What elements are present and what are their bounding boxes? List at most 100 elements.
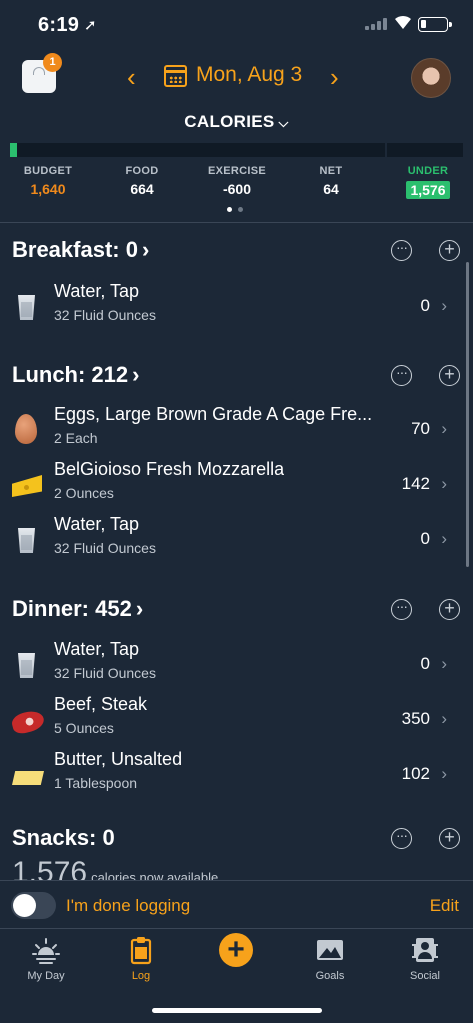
- food-name: Beef, Steak: [54, 694, 148, 714]
- tab-goals[interactable]: Goals: [295, 935, 365, 982]
- add-icon[interactable]: +: [219, 933, 253, 967]
- home-indicator[interactable]: [152, 1008, 322, 1013]
- chevron-right-icon: ›: [132, 362, 140, 387]
- food-row[interactable]: Beef, Steak 5 Ounces 350 ›: [0, 694, 473, 746]
- tab-social[interactable]: Social: [390, 935, 460, 982]
- location-icon: ➚: [84, 17, 97, 34]
- edit-button[interactable]: Edit: [430, 896, 459, 916]
- tab-my-day[interactable]: My Day: [11, 935, 81, 982]
- food-calories: 350: [401, 709, 430, 728]
- food-name: Eggs, Large Brown Grade A Cage Fre...: [54, 404, 373, 424]
- chevron-right-icon: ›: [441, 529, 447, 548]
- page-indicator[interactable]: [227, 207, 243, 212]
- egg-icon: [12, 414, 40, 446]
- stat-under-label: UNDER: [407, 165, 449, 177]
- food-quantity: 2 Ounces: [54, 485, 114, 501]
- stat-budget-label: BUDGET: [23, 165, 73, 177]
- stat-net-value: 64: [323, 181, 339, 197]
- tab-social-label: Social: [410, 970, 440, 982]
- food-row[interactable]: Water, Tap 32 Fluid Ounces 0 ›: [0, 639, 473, 691]
- food-progress-fill: [10, 143, 18, 157]
- notification-badge: 1: [43, 53, 62, 72]
- dinner-more-icon[interactable]: ···: [391, 599, 412, 620]
- date-label[interactable]: Mon, Aug 3: [196, 63, 302, 87]
- stat-budget: BUDGET 1,640: [18, 165, 78, 197]
- scrollbar[interactable]: [466, 262, 469, 567]
- food-name: Water, Tap: [54, 514, 140, 534]
- food-row[interactable]: Eggs, Large Brown Grade A Cage Fre... 2 …: [0, 404, 473, 456]
- chevron-right-icon: ›: [135, 596, 144, 621]
- breakfast-header[interactable]: Breakfast: 0 ›: [12, 237, 149, 263]
- food-quantity: 2 Each: [54, 430, 98, 446]
- app-header: 1 ‹ Mon, Aug 3 ›: [0, 50, 473, 110]
- stat-exercise-value: -600: [222, 181, 252, 197]
- page-dot-active: [227, 207, 232, 212]
- chevron-right-icon: ›: [441, 764, 447, 783]
- calories-dropdown[interactable]: CALORIES ⌵: [0, 112, 473, 132]
- food-quantity: 32 Fluid Ounces: [54, 540, 156, 556]
- butter-icon: [12, 759, 44, 791]
- tab-my-day-label: My Day: [27, 970, 65, 982]
- stat-food-value: 664: [130, 181, 154, 197]
- signal-icon: [365, 18, 387, 30]
- food-calories: 0: [420, 296, 430, 315]
- breakfast-title: Breakfast: 0: [12, 237, 138, 262]
- chevron-down-icon: ⌵: [278, 115, 289, 130]
- lunch-header[interactable]: Lunch: 212 ›: [12, 362, 139, 388]
- food-quantity: 32 Fluid Ounces: [54, 665, 156, 681]
- food-row[interactable]: Water, Tap 32 Fluid Ounces 0 ›: [0, 514, 473, 566]
- lunch-more-icon[interactable]: ···: [391, 365, 412, 386]
- wifi-icon: [395, 15, 411, 29]
- people-icon: [410, 935, 440, 965]
- glass-icon: [12, 291, 40, 323]
- dinner-add-icon[interactable]: +: [439, 599, 460, 620]
- food-row[interactable]: Water, Tap 32 Fluid Ounces 0 ›: [0, 281, 473, 333]
- done-logging-toggle[interactable]: [11, 892, 56, 919]
- calories-title: CALORIES: [184, 112, 275, 131]
- chevron-right-icon: ›: [441, 296, 447, 315]
- breakfast-add-icon[interactable]: +: [439, 240, 460, 261]
- calendar-icon[interactable]: [164, 65, 187, 87]
- snacks-add-icon[interactable]: +: [439, 828, 460, 849]
- calories-available-value: 1,576: [12, 856, 88, 880]
- chevron-right-icon: ›: [441, 654, 447, 673]
- food-row[interactable]: BelGioioso Fresh Mozzarella 2 Ounces 142…: [0, 459, 473, 511]
- stat-budget-value: 1,640: [30, 181, 66, 197]
- lunch-title: Lunch: 212: [12, 362, 129, 387]
- stat-under-value: 1,576: [406, 181, 450, 199]
- mountain-icon: [315, 935, 345, 965]
- food-row[interactable]: Butter, Unsalted 1 Tablespoon 102 ›: [0, 749, 473, 801]
- food-diary[interactable]: Breakfast: 0 › ··· + Water, Tap 32 Fluid …: [0, 223, 473, 880]
- status-bar: 6:19 ➚: [0, 0, 473, 50]
- snacks-title: Snacks: 0: [12, 825, 115, 850]
- breakfast-more-icon[interactable]: ···: [391, 240, 412, 261]
- food-quantity: 1 Tablespoon: [54, 775, 138, 791]
- snacks-more-icon[interactable]: ···: [391, 828, 412, 849]
- food-calories: 0: [420, 529, 430, 548]
- cheese-icon: [12, 469, 42, 501]
- food-quantity: 32 Fluid Ounces: [54, 307, 156, 323]
- clipboard-icon: [126, 935, 156, 965]
- next-day-button[interactable]: ›: [330, 64, 339, 90]
- dinner-title: Dinner: 452: [12, 596, 132, 621]
- chevron-right-icon: ›: [441, 419, 447, 438]
- snacks-header[interactable]: Snacks: 0: [12, 825, 115, 851]
- tab-log[interactable]: Log: [106, 935, 176, 982]
- food-name: Butter, Unsalted: [54, 749, 183, 769]
- page-dot: [238, 207, 243, 212]
- food-calories: 142: [401, 474, 430, 493]
- calorie-progress-bar: [10, 143, 463, 157]
- chevron-right-icon: ›: [141, 237, 150, 262]
- done-logging-bar: I'm done logging Edit: [0, 880, 473, 928]
- stat-food: FOOD 664: [112, 165, 172, 197]
- done-logging-label[interactable]: I'm done logging: [66, 896, 190, 916]
- lunch-add-icon[interactable]: +: [439, 365, 460, 386]
- status-time: 6:19: [38, 14, 80, 36]
- previous-day-button[interactable]: ‹: [127, 64, 136, 90]
- food-name: Water, Tap: [54, 639, 140, 659]
- avatar[interactable]: [411, 58, 451, 98]
- dinner-header[interactable]: Dinner: 452 ›: [12, 596, 143, 622]
- food-calories: 70: [411, 419, 430, 438]
- food-name: BelGioioso Fresh Mozzarella: [54, 459, 285, 479]
- calorie-summary[interactable]: BUDGET 1,640 FOOD 664 EXERCISE -600 NET …: [0, 165, 473, 205]
